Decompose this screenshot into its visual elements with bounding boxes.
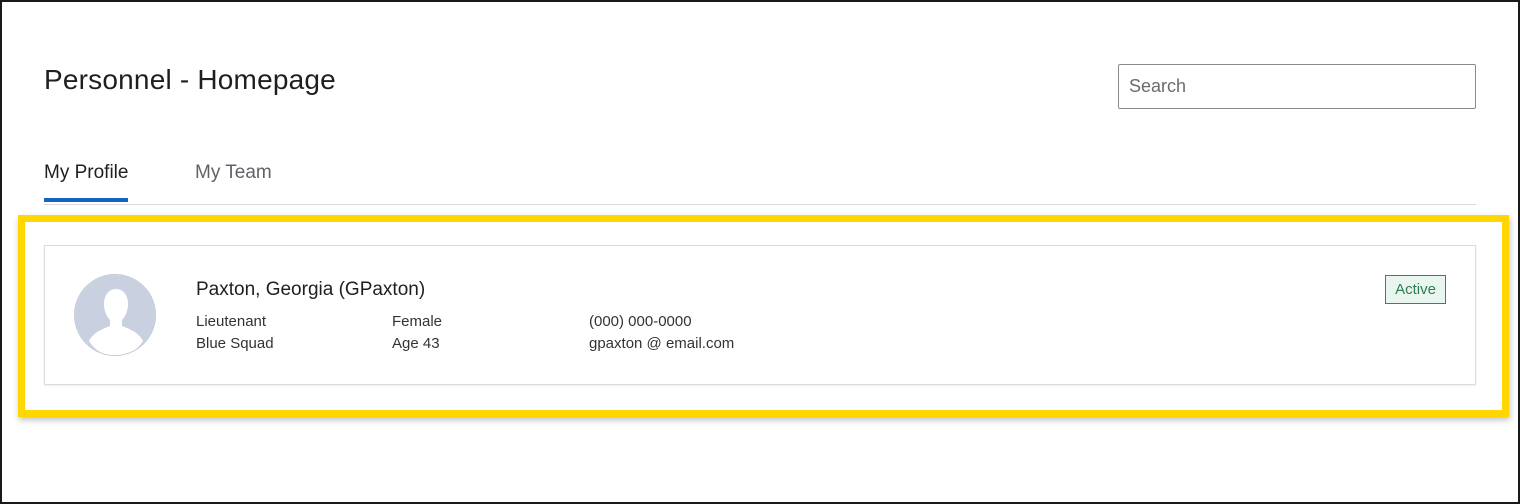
tab-bar: My Profile My Team <box>44 152 1476 205</box>
tab-my-team[interactable]: My Team <box>195 162 272 198</box>
profile-rank: Lieutenant <box>196 313 267 330</box>
app-frame: Personnel - Homepage My Profile My Team … <box>0 0 1520 504</box>
profile-email: gpaxton @ email.com <box>589 335 735 352</box>
profile-name: Paxton, Georgia (GPaxton) <box>196 279 426 300</box>
profile-gender: Female <box>392 313 443 330</box>
user-silhouette-icon <box>74 274 156 356</box>
search-input[interactable] <box>1118 64 1476 109</box>
tab-my-profile[interactable]: My Profile <box>44 162 129 202</box>
profile-card: Paxton, Georgia (GPaxton) Lieutenant Blu… <box>44 245 1476 385</box>
status-badge: Active <box>1385 275 1446 304</box>
profile-squad: Blue Squad <box>196 335 274 352</box>
profile-phone: (000) 000-0000 <box>589 313 692 330</box>
page-title: Personnel - Homepage <box>44 64 336 95</box>
profile-age: Age 43 <box>392 335 440 352</box>
